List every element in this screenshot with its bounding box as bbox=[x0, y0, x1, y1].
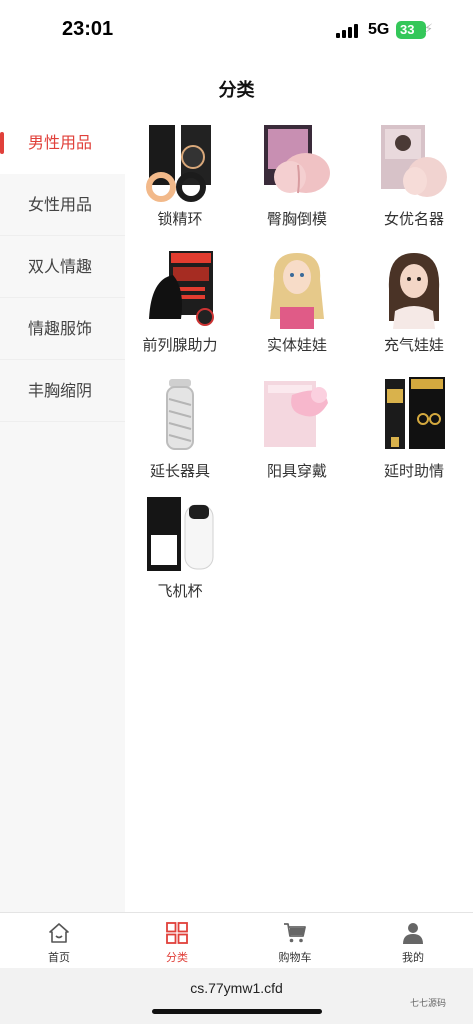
nav-label: 分类 bbox=[166, 951, 188, 964]
nav-label: 我的 bbox=[402, 951, 424, 964]
category-label: 实体娃娃 bbox=[266, 336, 327, 354]
nav-item-category[interactable]: 分类 bbox=[118, 913, 236, 969]
url-text: cs.77ymw1.cfd bbox=[190, 980, 283, 996]
category-label: 锁精环 bbox=[157, 210, 203, 228]
ring-product-icon bbox=[145, 123, 215, 203]
mold-product-icon bbox=[262, 123, 332, 203]
sidebar-item-apparel[interactable]: 情趣服饰 bbox=[0, 298, 125, 360]
category-card[interactable]: 延长器具 bbox=[125, 370, 235, 485]
sidebar-item-label: 男性用品 bbox=[28, 133, 93, 152]
category-label: 女优名器 bbox=[383, 210, 444, 228]
sidebar-item-label: 双人情趣 bbox=[28, 257, 93, 276]
home-icon bbox=[49, 923, 69, 943]
nav-label: 首页 bbox=[48, 951, 70, 964]
category-card[interactable]: 实体娃娃 bbox=[242, 244, 352, 359]
page-title: 分类 bbox=[218, 80, 255, 101]
nav-item-profile[interactable]: 我的 bbox=[354, 913, 472, 969]
inflatable-doll-icon bbox=[379, 249, 449, 329]
nav-label: 购物车 bbox=[278, 951, 312, 964]
delay-spray-icon bbox=[379, 375, 449, 455]
home-indicator bbox=[152, 1009, 322, 1014]
category-card[interactable]: 阳具穿戴 bbox=[242, 370, 352, 485]
category-card[interactable]: 臀胸倒模 bbox=[242, 118, 352, 233]
category-card[interactable]: 女优名器 bbox=[359, 118, 469, 233]
doll-product-icon bbox=[262, 249, 332, 329]
category-label: 前列腺助力 bbox=[142, 336, 218, 354]
category-label: 飞机杯 bbox=[157, 582, 203, 600]
sidebar-item-label: 情趣服饰 bbox=[28, 319, 93, 338]
category-card[interactable]: 延时助情 bbox=[359, 370, 469, 485]
category-card[interactable]: 前列腺助力 bbox=[125, 244, 235, 359]
category-label: 延时助情 bbox=[383, 462, 444, 480]
category-grid-icon bbox=[166, 922, 188, 944]
network-type: 5G bbox=[368, 21, 390, 38]
masturbator-product-icon bbox=[379, 123, 449, 203]
category-card[interactable]: 锁精环 bbox=[125, 118, 235, 233]
sidebar-item-male[interactable]: 男性用品 bbox=[0, 112, 125, 174]
category-label: 延长器具 bbox=[149, 462, 210, 480]
nav-item-home[interactable]: 首页 bbox=[0, 913, 118, 969]
battery-icon: 33 bbox=[396, 21, 426, 39]
sidebar-item-enhance[interactable]: 丰胸缩阴 bbox=[0, 360, 125, 422]
sidebar-item-couple[interactable]: 双人情趣 bbox=[0, 236, 125, 298]
category-label: 阳具穿戴 bbox=[266, 462, 327, 480]
prostate-product-icon bbox=[145, 249, 215, 329]
category-card[interactable]: 飞机杯 bbox=[125, 490, 235, 605]
cart-icon bbox=[284, 923, 306, 943]
category-sidebar: 男性用品 女性用品 双人情趣 情趣服饰 丰胸缩阴 bbox=[0, 112, 125, 912]
watermark: 七七源码 bbox=[410, 999, 447, 1009]
charging-bolt-icon: ⚡ bbox=[424, 22, 434, 37]
user-icon bbox=[403, 923, 423, 944]
sidebar-item-label: 丰胸缩阴 bbox=[28, 381, 93, 400]
category-label: 充气娃娃 bbox=[383, 336, 444, 354]
nav-item-cart[interactable]: 购物车 bbox=[236, 913, 354, 969]
cup-product-icon bbox=[145, 495, 215, 575]
sidebar-item-female[interactable]: 女性用品 bbox=[0, 174, 125, 236]
wearable-product-icon bbox=[262, 375, 332, 455]
status-time: 23:01 bbox=[62, 18, 114, 40]
category-label: 臀胸倒模 bbox=[266, 210, 327, 228]
category-card[interactable]: 充气娃娃 bbox=[359, 244, 469, 359]
extender-product-icon bbox=[145, 375, 215, 455]
bottom-nav: 首页 分类 购物车 我的 bbox=[0, 912, 473, 969]
status-bar: 23:01 5G 33 ⚡ bbox=[0, 0, 473, 62]
sidebar-item-label: 女性用品 bbox=[28, 195, 93, 214]
browser-url-bar[interactable]: cs.77ymw1.cfd bbox=[0, 968, 473, 1024]
signal-strength-icon bbox=[336, 22, 362, 38]
